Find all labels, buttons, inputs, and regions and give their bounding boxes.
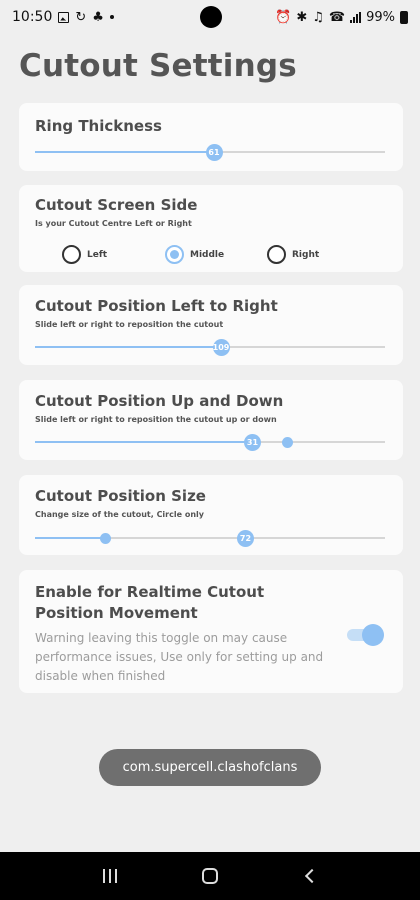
- position-ud-subtitle: Slide left or right to reposition the cu…: [35, 415, 277, 424]
- position-size-slider[interactable]: 72: [35, 530, 385, 547]
- ring-thickness-slider[interactable]: 61: [35, 144, 385, 161]
- dot-icon: [109, 15, 114, 19]
- slider-fill: [35, 441, 252, 443]
- realtime-warning: Warning leaving this toggle on may cause…: [35, 631, 324, 683]
- position-lr-subtitle: Slide left or right to reposition the cu…: [35, 320, 224, 329]
- home-button[interactable]: [190, 861, 230, 891]
- radio-right-label: Right: [292, 249, 320, 260]
- position-lr-slider[interactable]: 109: [35, 339, 385, 356]
- slider-secondary-thumb[interactable]: [100, 533, 111, 544]
- realtime-card: Enable for Realtime Cutout Position Move…: [19, 570, 403, 693]
- radio-middle-circle[interactable]: [165, 245, 184, 264]
- screen-side-card: Cutout Screen Side Is your Cutout Centre…: [19, 185, 403, 272]
- position-ud-title: Cutout Position Up and Down: [35, 392, 284, 410]
- bluetooth-icon: ✱: [296, 9, 308, 25]
- back-icon: [304, 868, 320, 884]
- slider-thumb[interactable]: 61: [205, 144, 223, 161]
- radio-left-circle[interactable]: [62, 245, 81, 264]
- navigation-bar: [0, 852, 420, 900]
- realtime-title: Enable for Realtime Cutout Position Move…: [35, 583, 265, 622]
- screen-side-title: Cutout Screen Side: [35, 196, 198, 214]
- radio-left[interactable]: Left: [62, 245, 107, 264]
- back-button[interactable]: [290, 861, 330, 891]
- toggle-knob[interactable]: [362, 624, 384, 646]
- alarm-icon: ⏰: [275, 9, 292, 25]
- ring-thickness-title: Ring Thickness: [35, 117, 162, 135]
- position-lr-card: Cutout Position Left to Right Slide left…: [19, 285, 403, 365]
- position-size-subtitle: Change size of the cutout, Circle only: [35, 510, 204, 519]
- slider-fill: [35, 151, 214, 153]
- screen-side-radio-group: Left Middle Right: [19, 245, 403, 269]
- data-saver-icon: ↻: [75, 9, 87, 25]
- radio-right-circle[interactable]: [267, 245, 286, 264]
- recents-icon: [103, 869, 117, 883]
- mute-icon: ♫: [312, 9, 324, 25]
- radio-middle-label: Middle: [190, 249, 225, 260]
- position-size-title: Cutout Position Size: [35, 487, 206, 505]
- wifi-call-icon: ☎: [328, 9, 346, 25]
- front-camera-cutout: [200, 6, 222, 28]
- slider-thumb[interactable]: 31: [244, 434, 261, 451]
- radio-right[interactable]: Right: [267, 245, 319, 264]
- slider-thumb[interactable]: 72: [237, 530, 254, 547]
- radio-left-label: Left: [87, 249, 108, 260]
- position-lr-title: Cutout Position Left to Right: [35, 297, 278, 315]
- toast-message: com.supercell.clashofclans: [99, 749, 321, 786]
- radio-middle[interactable]: Middle: [165, 245, 224, 264]
- recents-button[interactable]: [90, 861, 130, 891]
- image-icon: [58, 11, 70, 23]
- position-size-card: Cutout Position Size Change size of the …: [19, 475, 403, 555]
- cat-icon: ♣: [92, 9, 104, 25]
- position-ud-slider[interactable]: 31: [35, 434, 385, 451]
- slider-secondary-thumb[interactable]: [282, 437, 293, 448]
- screen-side-subtitle: Is your Cutout Centre Left or Right: [35, 219, 192, 228]
- status-time: 10:50: [12, 9, 53, 25]
- position-ud-card: Cutout Position Up and Down Slide left o…: [19, 380, 403, 460]
- battery-text: 99%: [366, 9, 395, 25]
- page-title: Cutout Settings: [19, 48, 297, 84]
- slider-fill: [35, 537, 105, 539]
- status-bar: 10:50 ↻ ♣ ⏰ ✱ ♫ ☎ 99%: [0, 0, 420, 34]
- ring-thickness-card: Ring Thickness 61: [19, 103, 403, 171]
- battery-icon: [400, 10, 408, 24]
- signal-icon: [350, 11, 362, 23]
- realtime-toggle[interactable]: [347, 624, 384, 646]
- slider-thumb[interactable]: 109: [212, 339, 230, 356]
- slider-fill: [35, 346, 221, 348]
- home-icon: [202, 868, 218, 884]
